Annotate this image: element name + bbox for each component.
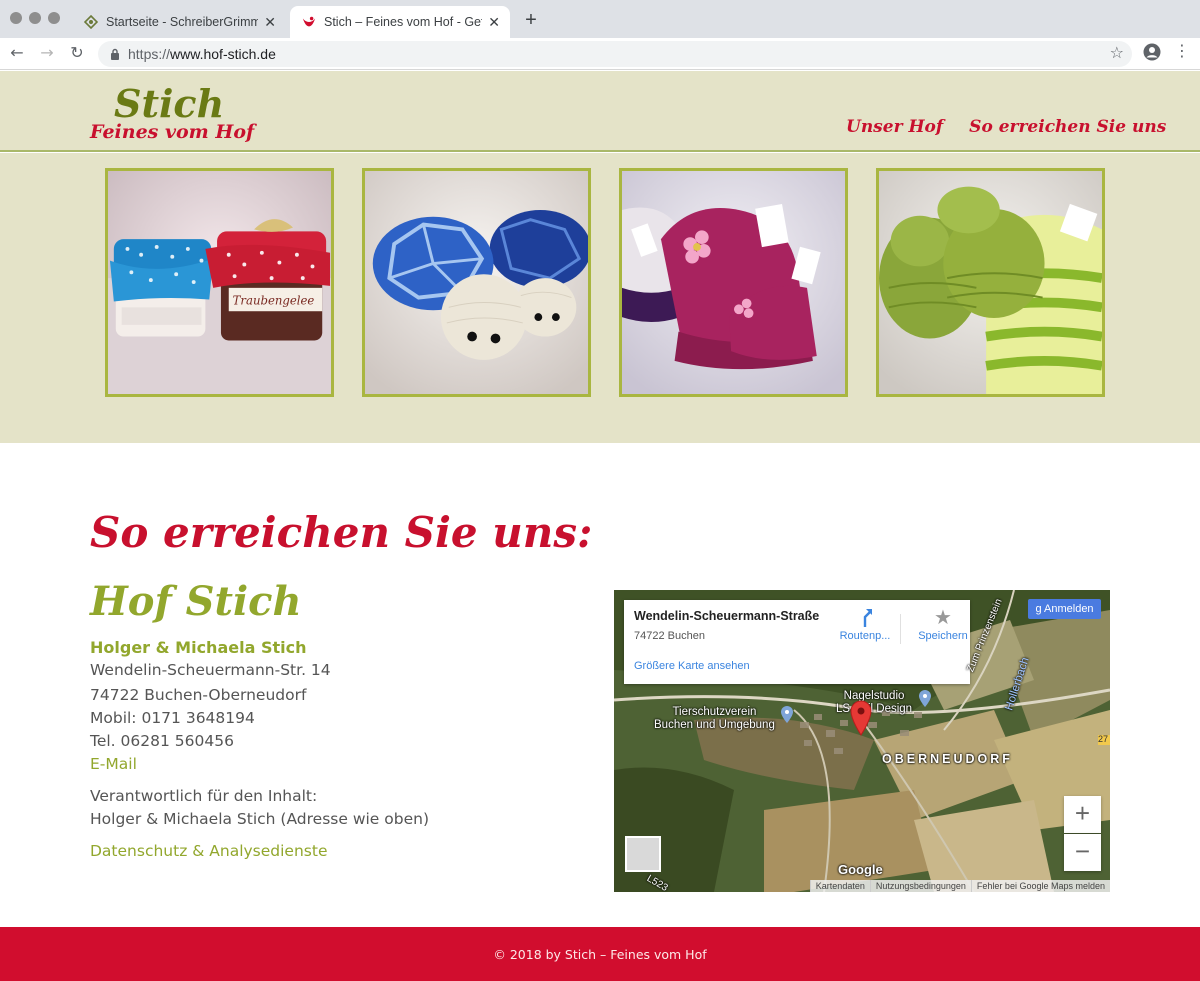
owners-name: Holger & Michaela Stich: [90, 638, 307, 657]
terms-link[interactable]: Nutzungsbedingungen: [869, 880, 971, 892]
report-error-link[interactable]: Fehler bei Google Maps melden: [970, 880, 1110, 892]
map-signin-button[interactable]: g Anmelden: [1028, 599, 1101, 619]
gallery-image-crochet-turtles[interactable]: [362, 168, 591, 397]
poi-marker-icon[interactable]: [780, 706, 794, 724]
bigger-map-link[interactable]: Größere Karte ansehen: [634, 660, 750, 672]
map-label-road-number: 27: [1098, 734, 1109, 744]
map-footer: Kartendaten Nutzungsbedingungen Fehler b…: [809, 880, 1110, 892]
browser-tab-strip: Startseite - SchreiberGrimm . W ✕ Stich …: [0, 0, 1200, 38]
address-street: Wendelin-Scheuermann-Str. 14: [90, 661, 331, 679]
email-link[interactable]: E-Mail: [90, 755, 137, 773]
maximize-window-button[interactable]: [48, 12, 60, 24]
product-gallery: Traubengelee: [0, 153, 1200, 443]
back-icon[interactable]: ←: [6, 42, 28, 64]
star-icon: ★: [934, 607, 952, 629]
url-text: https://www.hof-stich.de: [128, 46, 276, 62]
map-data-link[interactable]: Kartendaten: [809, 880, 870, 892]
close-window-button[interactable]: [10, 12, 22, 24]
map-type-toggle[interactable]: [625, 836, 661, 872]
card-divider: [900, 614, 901, 644]
new-tab-button[interactable]: +: [520, 8, 542, 32]
zoom-in-button[interactable]: +: [1064, 796, 1101, 833]
map-place-title: Wendelin-Scheuermann-Straße: [634, 609, 820, 623]
schreibergrimm-favicon-icon: [84, 15, 98, 29]
map-marker-icon[interactable]: [850, 700, 872, 736]
browser-menu-icon[interactable]: ⋮: [1174, 41, 1190, 60]
map-place-card: Wendelin-Scheuermann-Straße 74722 Buchen…: [624, 600, 970, 684]
nav-link-so-erreichen-sie-uns[interactable]: So erreichen Sie uns: [969, 117, 1166, 137]
logo-subtitle[interactable]: Feines vom Hof: [90, 121, 254, 143]
farm-name: Hof Stich: [90, 578, 302, 625]
map-label-nail-studio: Nagelstudio LS Nail Design: [836, 690, 913, 715]
phone-number: Tel. 06281 560456: [90, 732, 234, 750]
gallery-image-knitted-booties[interactable]: [876, 168, 1105, 397]
gallery-image-knitted-hat[interactable]: [619, 168, 848, 397]
page-title: So erreichen Sie uns:: [90, 508, 593, 557]
nav-link-unser-hof[interactable]: Unser Hof: [846, 117, 943, 137]
save-place-button[interactable]: ★ Speichern: [908, 606, 978, 642]
browser-tab-hof-stich[interactable]: Stich – Feines vom Hof - Geflü ✕: [290, 6, 510, 38]
hof-stich-favicon-icon: [302, 15, 316, 29]
site-footer: © 2018 by Stich – Feines vom Hof: [0, 927, 1200, 981]
main-navigation: Unser Hof So erreichen Sie uns: [846, 117, 1166, 137]
copyright-text: © 2018 by Stich – Feines vom Hof: [493, 946, 707, 962]
gallery-image-jam-jars[interactable]: Traubengelee: [105, 168, 334, 397]
close-tab-icon[interactable]: ✕: [488, 14, 500, 31]
zoom-out-button[interactable]: −: [1064, 834, 1101, 871]
map-place-address: 74722 Buchen: [634, 630, 705, 642]
forward-icon[interactable]: →: [36, 42, 58, 64]
reload-icon[interactable]: ↻: [66, 42, 88, 64]
bookmark-star-icon[interactable]: ☆: [1110, 43, 1124, 62]
tab-title: Startseite - SchreiberGrimm . W: [106, 15, 259, 29]
close-tab-icon[interactable]: ✕: [264, 14, 276, 31]
site-header: Stich Feines vom Hof Unser Hof So erreic…: [0, 71, 1200, 152]
privacy-link[interactable]: Datenschutz & Analysedienste: [90, 842, 327, 860]
tab-title: Stich – Feines vom Hof - Geflü: [324, 15, 483, 29]
directions-button[interactable]: Routenp...: [830, 606, 900, 642]
browser-tab-schreibergrimm[interactable]: Startseite - SchreiberGrimm . W ✕: [72, 6, 286, 38]
poi-marker-icon[interactable]: [918, 690, 932, 708]
logo-title[interactable]: Stich: [114, 81, 224, 126]
responsible-label: Verantwortlich für den Inhalt:: [90, 787, 318, 805]
map-label-shelter: Tierschutzverein Buchen und Umgebung: [654, 706, 775, 731]
mobile-number: Mobil: 0171 3648194: [90, 709, 255, 727]
jar-label-text: Traubengelee: [233, 293, 315, 307]
google-g-icon: g: [1035, 603, 1042, 615]
address-city: 74722 Buchen-Oberneudorf: [90, 686, 307, 704]
google-logo: Google: [838, 862, 883, 877]
profile-icon[interactable]: [1143, 43, 1161, 61]
directions-icon: [830, 606, 900, 630]
responsible-value: Holger & Michaela Stich (Adresse wie obe…: [90, 810, 429, 828]
address-bar[interactable]: https://www.hof-stich.de ☆: [98, 41, 1132, 67]
minimize-window-button[interactable]: [29, 12, 41, 24]
lock-icon: [111, 48, 119, 60]
browser-toolbar: ← → ↻ https://www.hof-stich.de ☆ ⋮: [0, 38, 1200, 70]
google-map[interactable]: Wendelin-Scheuermann-Straße 74722 Buchen…: [614, 590, 1110, 892]
map-label-village: OBERNEUDORF: [882, 752, 1013, 766]
